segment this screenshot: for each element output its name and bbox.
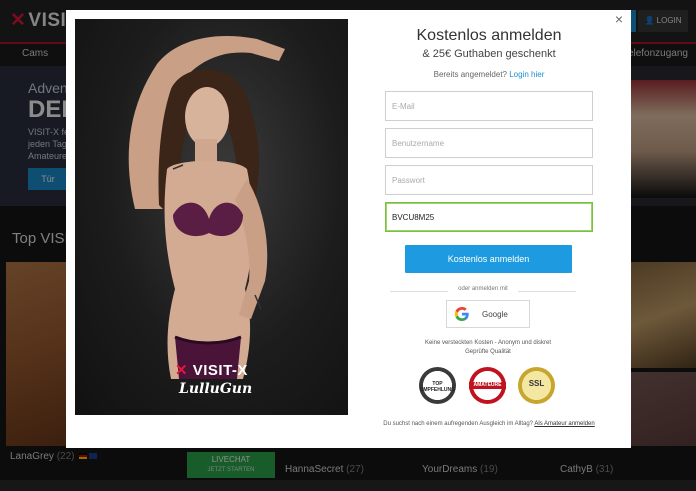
signup-form: Kostenlos anmelden & 25€ Guthaben gesche… xyxy=(366,10,631,448)
amateur-signup-link[interactable]: Als Amateur anmelden xyxy=(534,421,594,427)
promo-logo: ✕ VISIT-X xyxy=(175,362,248,379)
amateur-signup-note: Du suchst nach einem aufregenden Ausglei… xyxy=(383,421,595,427)
model-signature: LulluGun xyxy=(179,381,253,397)
password-field[interactable] xyxy=(385,165,593,195)
email-field[interactable] xyxy=(385,91,593,121)
logo-x-icon: ✕ xyxy=(175,362,189,379)
top-empfehlung-badge: TOP EMPFEHLUNG xyxy=(419,367,456,404)
promo-image: ✕ VISIT-X LulluGun xyxy=(75,19,348,415)
voucher-code-field[interactable] xyxy=(385,202,593,232)
trust-note: Keine versteckten Kosten - Anonym und di… xyxy=(424,340,552,355)
or-divider: oder anmelden mit xyxy=(390,286,576,296)
username-field[interactable] xyxy=(385,128,593,158)
amateure-badge: AMATEURE xyxy=(469,367,506,404)
google-signin-button[interactable]: Google xyxy=(446,300,530,328)
login-link[interactable]: Login hier xyxy=(509,70,544,79)
google-icon xyxy=(454,307,469,321)
signup-submit-button[interactable]: Kostenlos anmelden xyxy=(405,245,572,273)
form-title: Kostenlos anmelden xyxy=(416,27,562,44)
signup-modal: × ✕ VISIT-X LulluGun Kostenlos anmelden … xyxy=(66,10,631,448)
already-registered: Bereits angemeldet? Login hier xyxy=(433,70,545,79)
model-photo xyxy=(128,36,285,379)
form-subtitle: & 25€ Guthaben geschenkt xyxy=(422,48,556,60)
ssl-badge: SSL xyxy=(518,367,555,404)
